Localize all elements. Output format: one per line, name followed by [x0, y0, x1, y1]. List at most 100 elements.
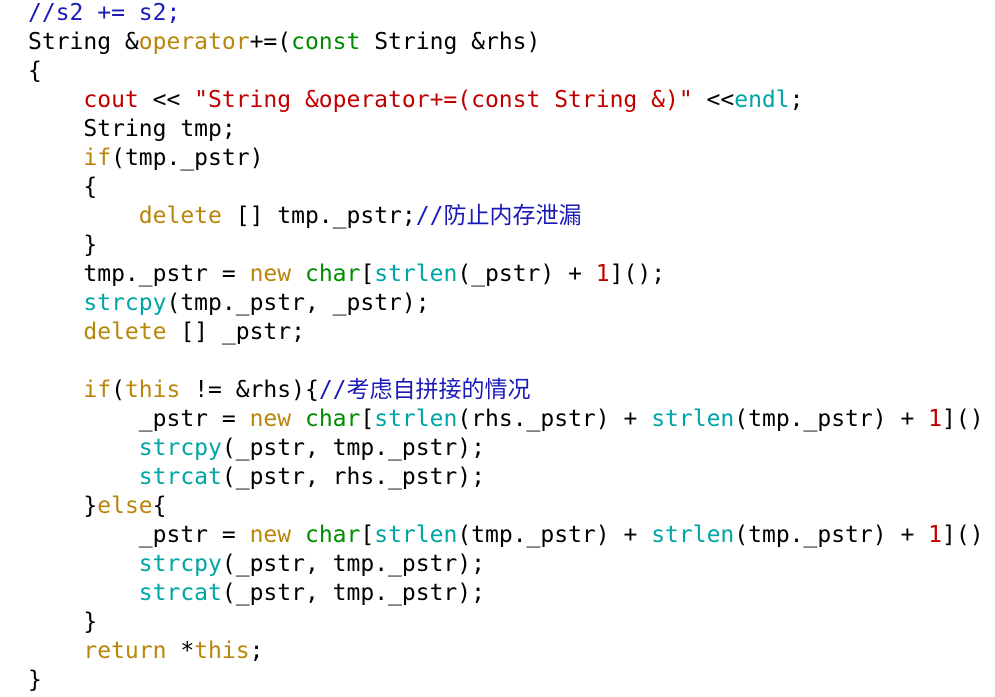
- code-line: strcat(_pstr, tmp._pstr);: [28, 579, 485, 608]
- code-token-func: strlen: [374, 406, 458, 432]
- code-line: cout << "String &operator+=(const String…: [28, 86, 803, 115]
- code-token-func: strcat: [138, 464, 222, 490]
- code-line: strcpy(_pstr, tmp._pstr);: [28, 434, 485, 463]
- code-token-plain: (_pstr, tmp._pstr);: [221, 551, 485, 577]
- code-editor[interactable]: //s2 += s2; String &operator+=(const Stri…: [0, 0, 995, 697]
- code-token-plain: (_pstr, tmp._pstr);: [221, 580, 485, 606]
- code-token-number: 1: [928, 522, 943, 548]
- code-token-plain: (tmp._pstr) +: [457, 522, 652, 548]
- code-line: }: [28, 608, 97, 637]
- code-line: _pstr = new char[strlen(rhs._pstr) + str…: [28, 405, 984, 434]
- code-token-func: strlen: [374, 261, 458, 287]
- code-token-plain: (_pstr) +: [457, 261, 596, 287]
- code-line: {: [28, 173, 97, 202]
- code-token-keyword: new: [249, 406, 292, 432]
- code-token-keyword: delete: [138, 203, 222, 229]
- code-token-plain: ](): [942, 406, 984, 432]
- code-token-plain: [: [360, 522, 375, 548]
- code-token-keyword: return: [83, 638, 167, 664]
- code-line: _pstr = new char[strlen(tmp._pstr) + str…: [28, 521, 984, 550]
- code-token-keyword: operator: [138, 29, 250, 55]
- code-line: strcpy(_pstr, tmp._pstr);: [28, 550, 485, 579]
- code-token-keyword: new: [249, 261, 292, 287]
- code-token-plain: {: [152, 493, 167, 519]
- code-token-plain: {: [28, 58, 42, 84]
- code-token-plain: String &: [28, 29, 139, 55]
- code-token-func: strcat: [138, 580, 222, 606]
- code-token-plain: (_pstr, rhs._pstr);: [221, 464, 485, 490]
- code-token-type: char: [304, 522, 361, 548]
- code-line: }: [28, 666, 42, 695]
- code-token-type: const: [291, 29, 361, 55]
- code-token-comment: //s2 += s2;: [28, 0, 181, 26]
- code-token-keyword: else: [97, 493, 153, 519]
- code-line: return *this;: [28, 637, 263, 666]
- code-line: delete [] tmp._pstr;//防止内存泄漏: [28, 202, 582, 231]
- code-token-plain: }: [28, 609, 98, 635]
- code-token-plain: ]();: [609, 261, 666, 287]
- code-token-type: char: [304, 406, 361, 432]
- code-token-plain: (tmp._pstr, _pstr);: [166, 290, 430, 316]
- code-token-number: 1: [595, 261, 610, 287]
- code-token-plain: [: [360, 261, 375, 287]
- code-token-plain: <<: [692, 87, 735, 113]
- code-token-keyword: delete: [83, 319, 167, 345]
- code-token-plain: ](): [942, 522, 984, 548]
- code-token-plain: }: [28, 667, 42, 693]
- code-token-func: strcpy: [138, 435, 222, 461]
- code-line: String tmp;: [28, 115, 236, 144]
- code-line: tmp._pstr = new char[strlen(_pstr) + 1](…: [28, 260, 665, 289]
- code-token-plain: tmp._pstr =: [28, 261, 250, 287]
- code-token-plain: String &rhs): [360, 29, 541, 55]
- code-line: delete [] _pstr;: [28, 318, 305, 347]
- code-token-plain: *: [166, 638, 195, 664]
- code-token-plain: <<: [138, 87, 195, 113]
- code-line: strcat(_pstr, rhs._pstr);: [28, 463, 485, 492]
- code-token-stream: cout: [83, 87, 139, 113]
- code-token-plain: ;: [789, 87, 804, 113]
- code-line: strcpy(tmp._pstr, _pstr);: [28, 289, 430, 318]
- code-token-manip: endl: [734, 87, 790, 113]
- code-token-plain: (_pstr, tmp._pstr);: [221, 435, 485, 461]
- code-token-plain: (tmp._pstr) +: [734, 522, 929, 548]
- code-token-comment: //考虑自拼接的情况: [318, 377, 531, 403]
- code-token-plain: (tmp._pstr) +: [734, 406, 929, 432]
- code-line: if(this != &rhs){//考虑自拼接的情况: [28, 376, 531, 405]
- code-token-plain: }: [28, 232, 98, 258]
- code-token-plain: != &rhs){: [180, 377, 319, 403]
- code-token-keyword: if: [83, 145, 112, 171]
- code-token-keyword: this: [194, 638, 250, 664]
- code-token-number: 1: [928, 406, 943, 432]
- code-token-plain: {: [28, 174, 98, 200]
- code-token-func: strcpy: [138, 551, 222, 577]
- code-token-plain: (: [111, 377, 125, 403]
- code-token-plain: String tmp;: [28, 116, 236, 142]
- code-token-plain: _pstr =: [28, 406, 250, 432]
- code-line: String &operator+=(const String &rhs): [28, 28, 540, 57]
- code-line: }: [28, 231, 97, 260]
- code-line: if(tmp._pstr): [28, 144, 263, 173]
- code-token-keyword: if: [83, 377, 112, 403]
- code-line: }else{: [28, 492, 167, 521]
- code-token-keyword: new: [249, 522, 292, 548]
- code-token-type: char: [304, 261, 361, 287]
- code-token-func: strlen: [651, 406, 735, 432]
- code-token-plain: [] tmp._pstr;: [221, 203, 416, 229]
- code-token-comment: //防止内存泄漏: [415, 203, 582, 229]
- code-token-string: "String &operator+=(const String &)": [194, 87, 693, 113]
- code-token-plain: (tmp._pstr): [111, 145, 264, 171]
- code-line: {: [28, 57, 42, 86]
